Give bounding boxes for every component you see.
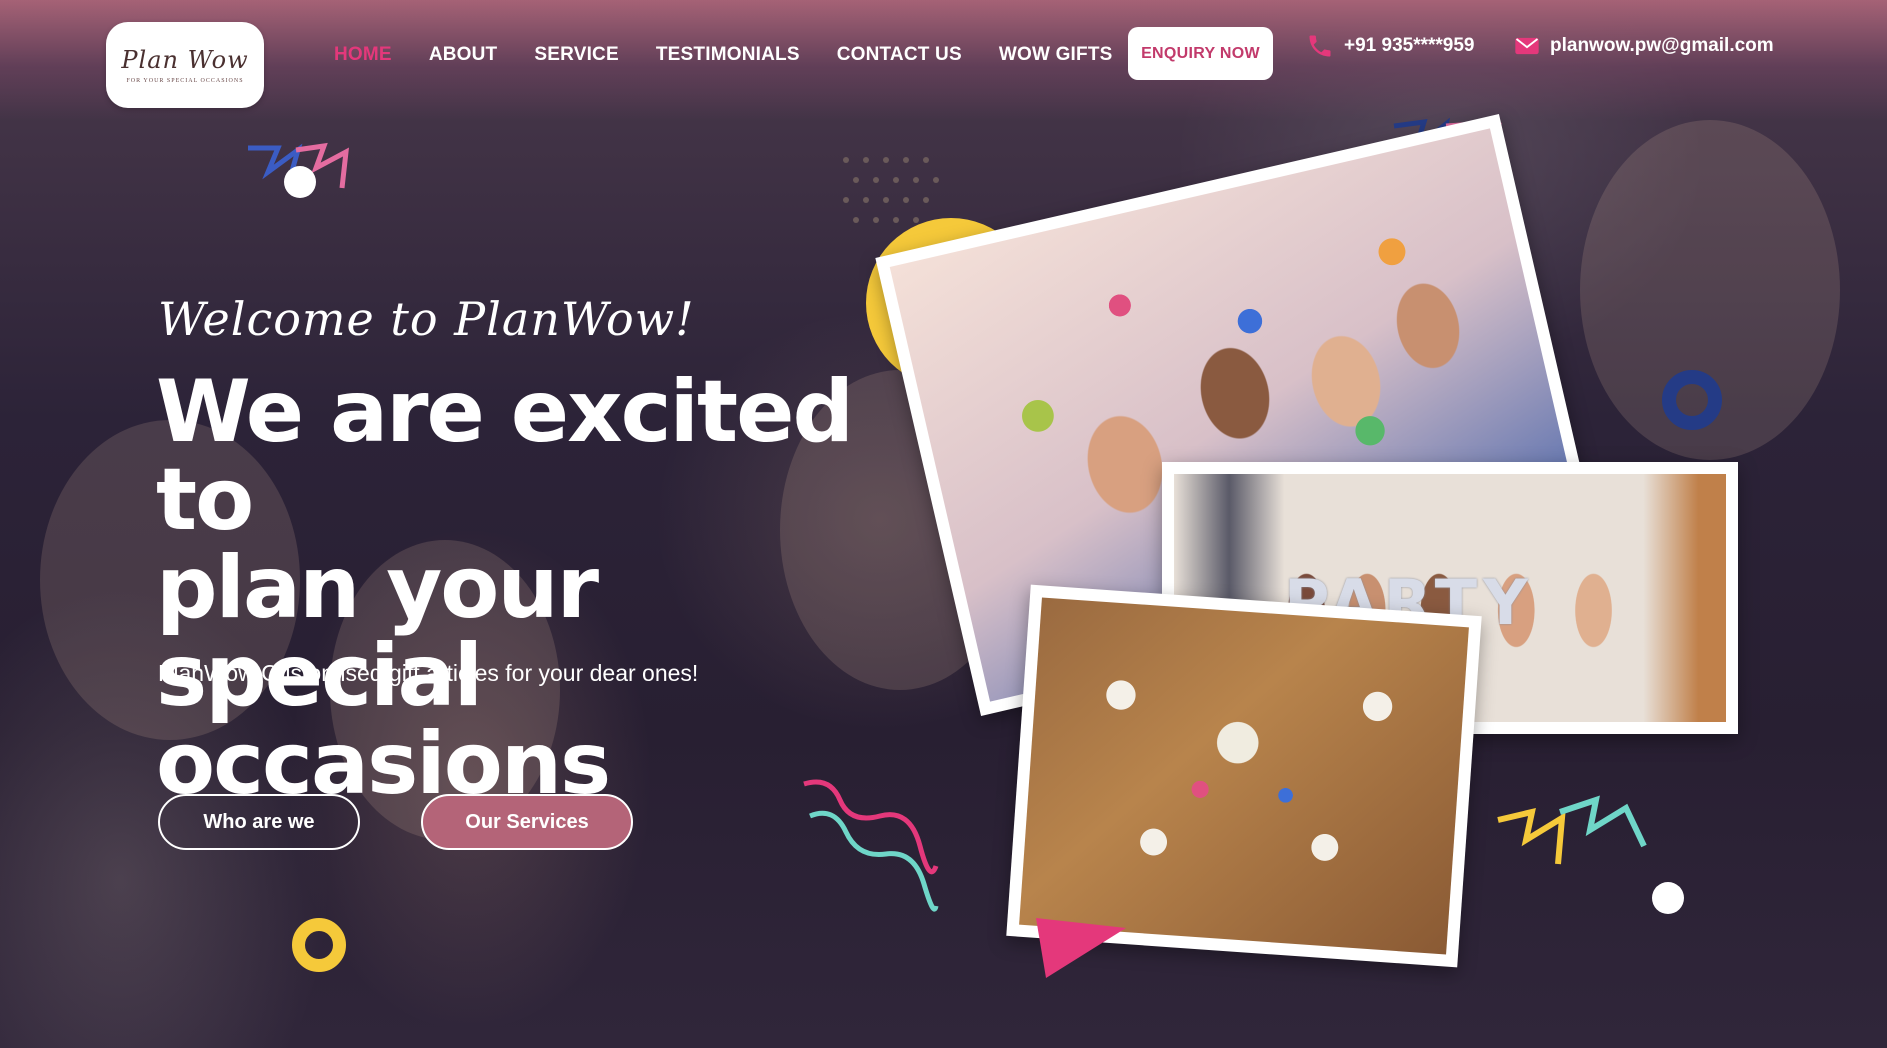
hero-subtitle: PlanWow Customised gift articles for you… bbox=[158, 660, 699, 686]
logo-script: Plan Wow bbox=[121, 46, 249, 74]
nav-home[interactable]: HOME bbox=[334, 44, 392, 66]
yellow-ring-decoration bbox=[292, 918, 346, 972]
site-logo[interactable]: Plan Wow FOR YOUR SPECIAL OCCASIONS bbox=[106, 22, 264, 108]
party-photo-table bbox=[1006, 584, 1482, 968]
contact-email[interactable]: planwow.pw@gmail.com bbox=[1512, 32, 1774, 60]
nav-testimonials[interactable]: TESTIMONIALS bbox=[656, 44, 800, 66]
logo-tagline: FOR YOUR SPECIAL OCCASIONS bbox=[126, 78, 244, 84]
welcome-heading: Welcome to PlanWow! bbox=[158, 292, 695, 346]
phone-number: +91 935****959 bbox=[1344, 35, 1475, 56]
our-services-button[interactable]: Our Services bbox=[421, 794, 633, 850]
envelope-icon bbox=[1512, 32, 1540, 60]
enquiry-now-button[interactable]: ENQUIRY NOW bbox=[1128, 27, 1273, 80]
hero-headline: We are excited to plan your special occa… bbox=[156, 368, 916, 808]
headline-line-1: We are excited to bbox=[156, 362, 854, 550]
nav-service[interactable]: SERVICE bbox=[534, 44, 618, 66]
phone-icon bbox=[1306, 32, 1334, 60]
contact-phone[interactable]: +91 935****959 bbox=[1306, 32, 1475, 60]
nav-contact-us[interactable]: CONTACT US bbox=[837, 44, 962, 66]
navy-ring-decoration bbox=[1662, 370, 1722, 430]
pink-triangle-decoration bbox=[1036, 918, 1126, 978]
email-address: planwow.pw@gmail.com bbox=[1550, 35, 1774, 56]
nav-about[interactable]: ABOUT bbox=[429, 44, 498, 66]
main-navigation: HOME ABOUT SERVICE TESTIMONIALS CONTACT … bbox=[334, 44, 1150, 66]
headline-line-2: plan your special bbox=[156, 538, 599, 726]
dot-decoration bbox=[284, 166, 316, 198]
nav-wow-gifts[interactable]: WOW GIFTS bbox=[999, 44, 1113, 66]
zigzag-decoration-bottom-right bbox=[1497, 795, 1647, 865]
who-are-we-button[interactable]: Who are we bbox=[158, 794, 360, 850]
white-dot-decoration bbox=[1652, 882, 1684, 914]
